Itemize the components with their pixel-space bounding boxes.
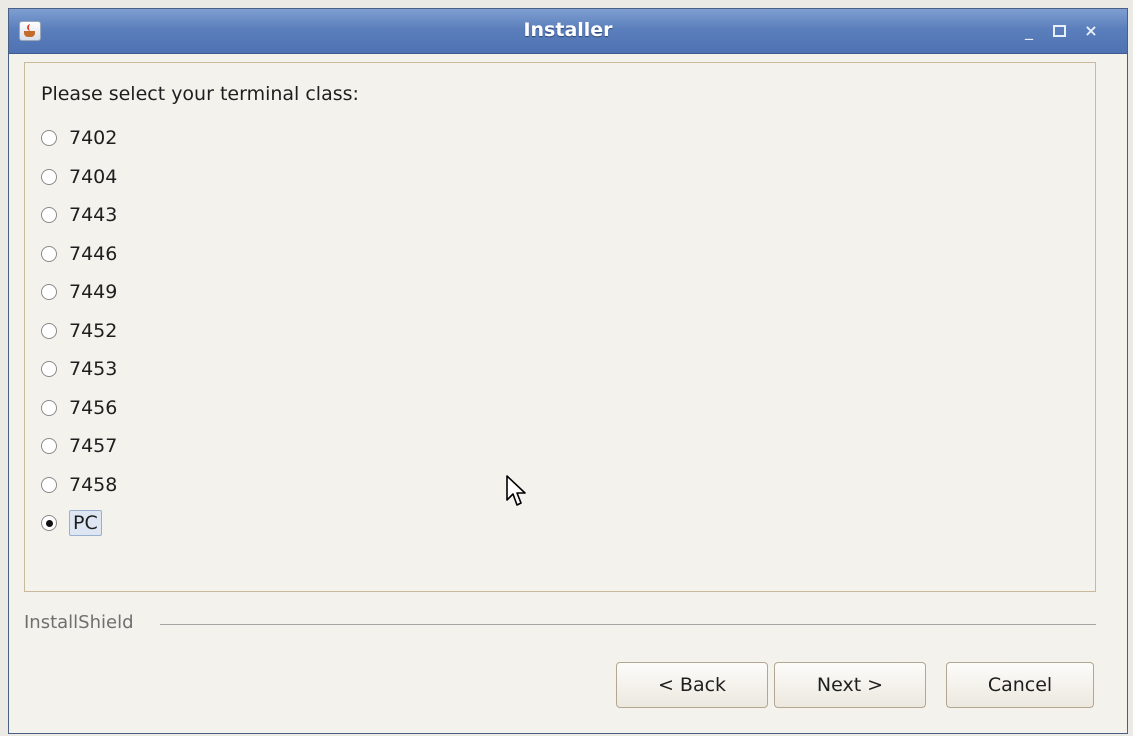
terminal-option-label[interactable]: 7443	[69, 204, 117, 226]
mouse-cursor-icon	[506, 475, 526, 506]
title-bar[interactable]: Installer _ ×	[9, 9, 1127, 54]
window-title: Installer	[523, 19, 613, 41]
terminal-option-label[interactable]: 7458	[69, 474, 117, 496]
terminal-option[interactable]: 7443	[41, 196, 117, 235]
terminal-option-label[interactable]: 7457	[69, 435, 117, 457]
installshield-label: InstallShield	[24, 612, 140, 633]
radio-button[interactable]	[41, 322, 57, 339]
terminal-option[interactable]: 7457	[41, 427, 117, 466]
radio-button[interactable]	[41, 207, 57, 224]
radio-button[interactable]	[41, 361, 57, 378]
terminal-class-panel: Please select your terminal class: 7402 7…	[24, 62, 1096, 592]
close-icon[interactable]: ×	[1081, 21, 1101, 41]
terminal-option[interactable]: 7452	[41, 312, 117, 351]
terminal-option-label[interactable]: 7452	[69, 320, 117, 342]
terminal-option-label[interactable]: 7449	[69, 281, 117, 303]
terminal-option-label[interactable]: 7404	[69, 166, 117, 188]
cancel-button[interactable]: Cancel	[946, 662, 1094, 708]
terminal-option-label[interactable]: 7456	[69, 397, 117, 419]
separator-line	[160, 624, 1096, 625]
terminal-option[interactable]: PC	[41, 504, 117, 543]
terminal-option[interactable]: 7456	[41, 389, 117, 428]
terminal-option-label[interactable]: 7446	[69, 243, 117, 265]
prompt-label: Please select your terminal class:	[41, 83, 359, 105]
maximize-icon[interactable]	[1049, 21, 1069, 41]
radio-button[interactable]	[41, 399, 57, 416]
radio-button[interactable]	[41, 515, 57, 532]
terminal-option[interactable]: 7453	[41, 350, 117, 389]
minimize-icon[interactable]: _	[1019, 21, 1039, 41]
next-button[interactable]: Next >	[774, 662, 926, 708]
installshield-separator: InstallShield	[24, 612, 1096, 636]
terminal-option[interactable]: 7404	[41, 158, 117, 197]
terminal-option[interactable]: 7402	[41, 119, 117, 158]
terminal-class-options: 7402 7404 7443 7446 7449 7452 7453 7456 7457 7458…	[41, 119, 117, 543]
radio-button[interactable]	[41, 284, 57, 301]
radio-button[interactable]	[41, 245, 57, 262]
radio-button[interactable]	[41, 130, 57, 147]
back-button[interactable]: < Back	[616, 662, 768, 708]
terminal-option-label[interactable]: 7402	[69, 127, 117, 149]
radio-button[interactable]	[41, 168, 57, 185]
terminal-option[interactable]: 7458	[41, 466, 117, 505]
terminal-option[interactable]: 7449	[41, 273, 117, 312]
radio-button[interactable]	[41, 476, 57, 493]
terminal-option[interactable]: 7446	[41, 235, 117, 274]
terminal-option-label[interactable]: 7453	[69, 358, 117, 380]
terminal-option-label[interactable]: PC	[69, 510, 102, 537]
radio-button[interactable]	[41, 438, 57, 455]
